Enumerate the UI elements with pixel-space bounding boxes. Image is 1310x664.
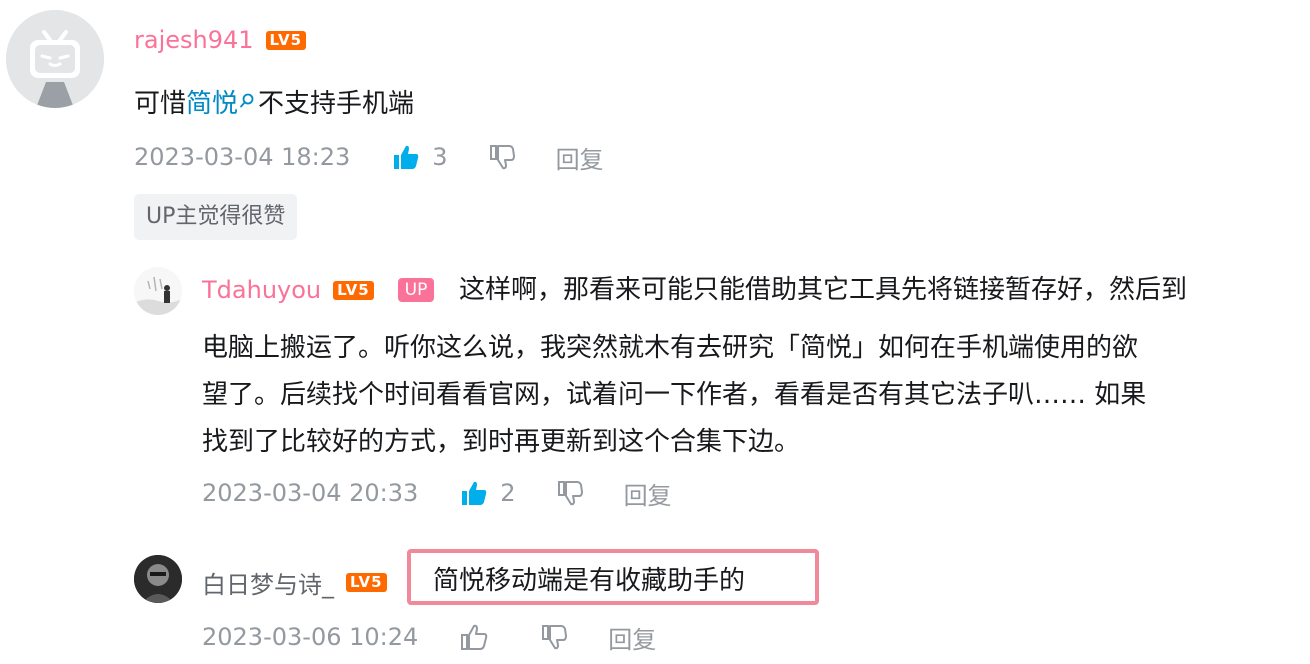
like-button[interactable]: 3 bbox=[392, 143, 448, 171]
thumbs-down-icon bbox=[557, 481, 583, 506]
reply-content-line: 望了。后续找个时间看看官网，试着问一下作者，看看是否有其它法子叭…… 如果 bbox=[202, 380, 1147, 410]
timestamp: 2023-03-04 18:23 bbox=[134, 143, 351, 171]
level-badge: LV5 bbox=[265, 30, 307, 50]
dislike-button[interactable] bbox=[488, 144, 516, 170]
thumbs-up-icon bbox=[462, 481, 487, 505]
highlighted-reply-content: 简悦移动端是有收藏助手的 bbox=[407, 549, 819, 605]
landscape-avatar-icon bbox=[134, 267, 182, 315]
keyword-link[interactable]: 简悦 bbox=[186, 89, 238, 119]
portrait-avatar-icon bbox=[134, 555, 182, 603]
dislike-button[interactable] bbox=[540, 624, 568, 650]
thumbs-up-icon bbox=[461, 624, 488, 650]
thumbs-down-icon bbox=[542, 625, 568, 650]
comment-content: 可惜简悦 不支持手机端 bbox=[134, 89, 415, 119]
thumbs-up-icon bbox=[394, 145, 419, 169]
username[interactable]: 白日梦与诗_ bbox=[202, 565, 334, 600]
up-badge: UP bbox=[397, 278, 435, 302]
reply-button[interactable]: 回复 bbox=[624, 476, 672, 511]
avatar[interactable] bbox=[134, 555, 182, 603]
timestamp: 2023-03-04 20:33 bbox=[202, 479, 419, 507]
search-icon[interactable] bbox=[238, 92, 256, 110]
username[interactable]: Tdahuyou bbox=[202, 276, 321, 304]
timestamp: 2023-03-06 10:24 bbox=[202, 623, 419, 651]
level-badge: LV5 bbox=[346, 573, 387, 592]
avatar[interactable] bbox=[6, 10, 104, 108]
reply-content-line: 这样啊，那看来可能只能借助其它工具先将链接暂存好，然后到 bbox=[459, 275, 1188, 305]
like-count: 2 bbox=[500, 479, 516, 507]
avatar[interactable] bbox=[134, 267, 182, 315]
reply-button[interactable]: 回复 bbox=[608, 620, 656, 655]
reply-content-line: 找到了比较好的方式，到时再更新到这个合集下边。 bbox=[202, 427, 801, 457]
like-button[interactable] bbox=[460, 624, 500, 650]
tv-mascot-icon bbox=[6, 10, 104, 108]
dislike-button[interactable] bbox=[556, 480, 584, 506]
up-liked-tag: UP主觉得很赞 bbox=[134, 194, 298, 240]
comment-meta: 2023-03-04 20:33 2 回复 bbox=[202, 476, 672, 511]
level-badge: LV5 bbox=[333, 280, 374, 300]
like-count: 3 bbox=[432, 143, 448, 171]
comment-meta: 2023-03-06 10:24 回复 bbox=[202, 620, 656, 655]
thumbs-down-icon bbox=[489, 145, 515, 170]
reply-content-line: 电脑上搬运了。听你这么说，我突然就木有去研究「简悦」如何在手机端使用的欲 bbox=[202, 333, 1139, 363]
reply-button[interactable]: 回复 bbox=[556, 140, 604, 175]
comment-meta: 2023-03-04 18:23 3 回复 bbox=[134, 140, 604, 175]
like-button[interactable]: 2 bbox=[460, 479, 516, 507]
username[interactable]: rajesh941 bbox=[134, 26, 254, 54]
